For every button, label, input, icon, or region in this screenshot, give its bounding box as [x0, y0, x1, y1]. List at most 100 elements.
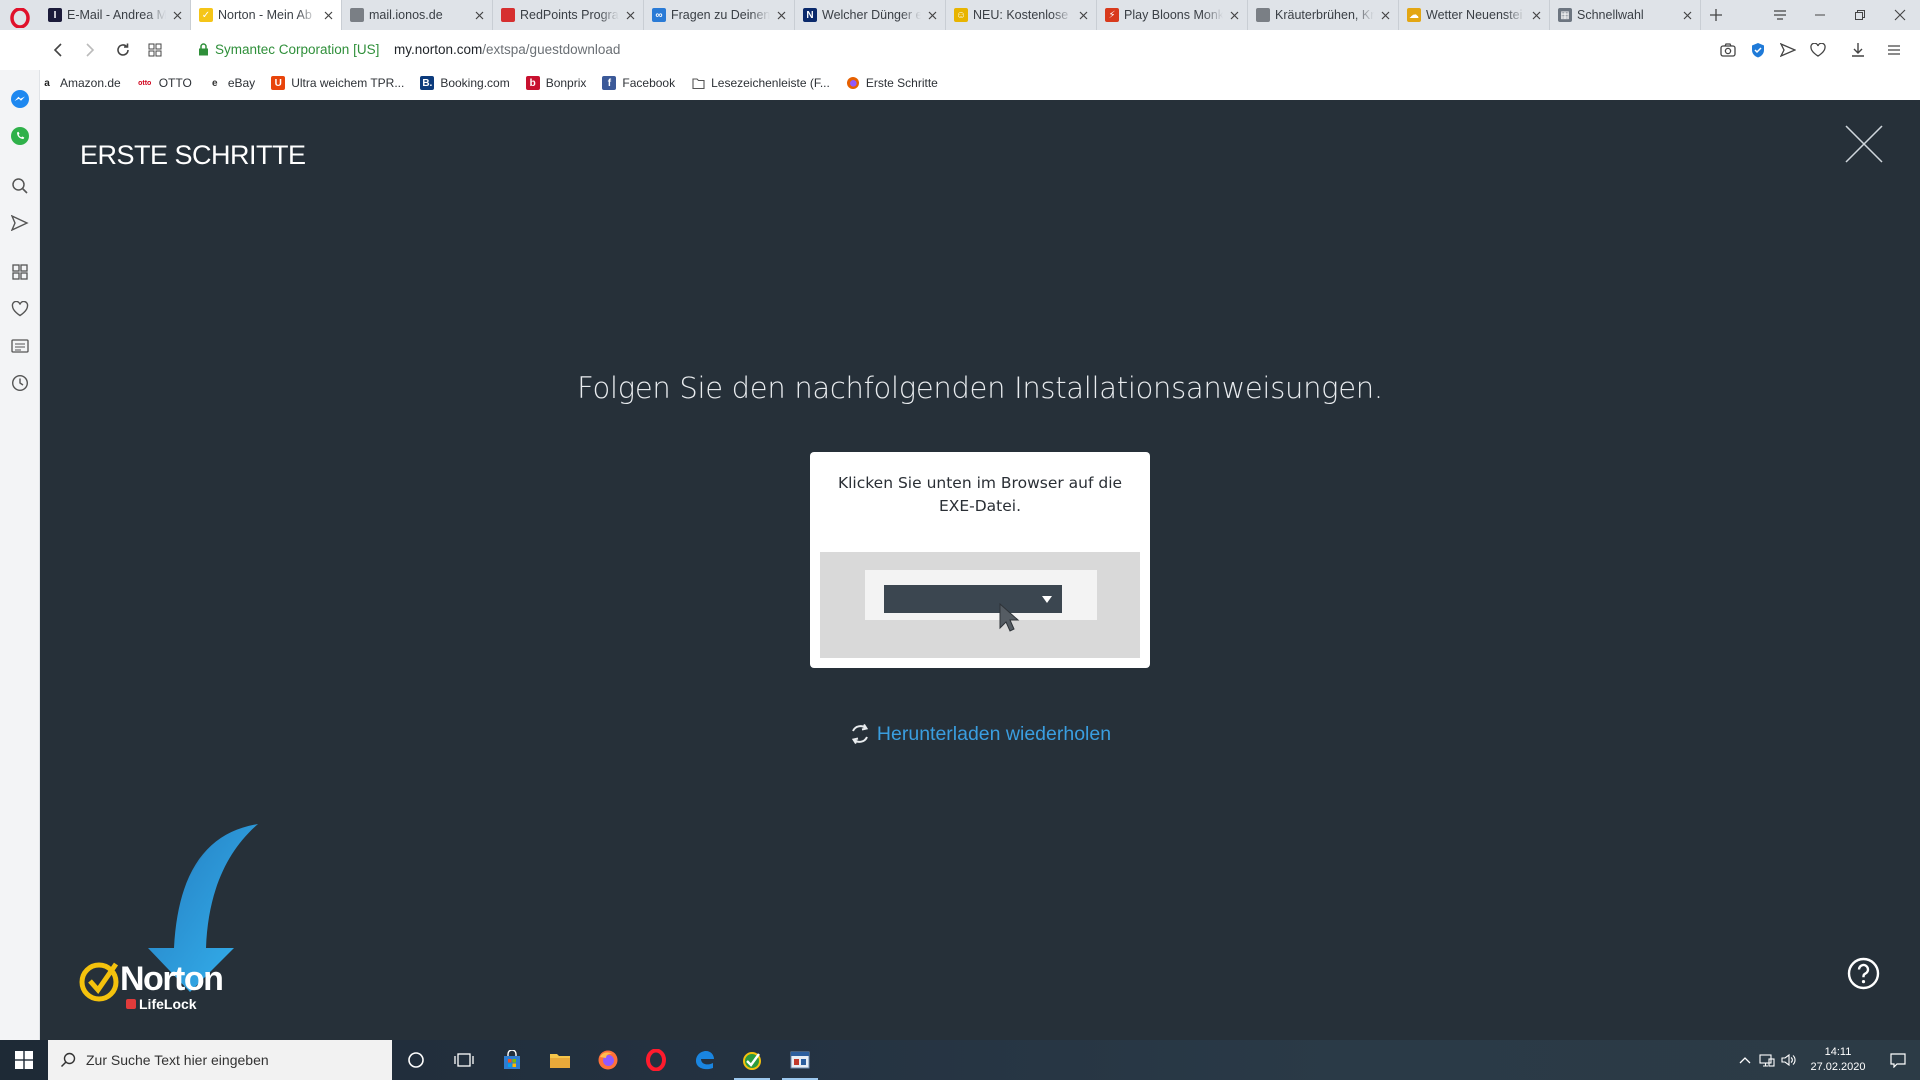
tab-close-button[interactable]	[170, 8, 184, 22]
norton-app[interactable]	[728, 1040, 776, 1080]
minimize-icon	[1815, 14, 1825, 16]
browser-tab[interactable]: I E-Mail - Andrea M	[40, 0, 191, 30]
sidebar-flow[interactable]	[9, 212, 31, 234]
browser-tab[interactable]: ☺ NEU: Kostenlose C	[946, 0, 1097, 30]
bookmarks-bar: a Amazon.de otto OTTO e eBay U Ultra weichem TP…	[40, 70, 954, 96]
norton-check-icon	[79, 962, 119, 1002]
edge-app[interactable]	[680, 1040, 728, 1080]
sidebar-speed-dial[interactable]	[9, 261, 31, 283]
tab-favicon-icon: ☺	[954, 8, 968, 22]
reload-button[interactable]	[113, 40, 133, 60]
opera-logo-icon	[10, 8, 30, 28]
sidebar-history[interactable]	[9, 372, 31, 394]
firefox-app[interactable]	[584, 1040, 632, 1080]
downloads-button[interactable]	[1848, 40, 1868, 60]
url-field[interactable]: my.norton.com/extspa/guestdownload	[394, 42, 620, 57]
tab-close-button[interactable]	[623, 8, 637, 22]
tab-strip: I E-Mail - Andrea M ✓ Norton - Mein Ab mail.…	[0, 0, 1920, 30]
tab-title: Play Bloons Monk	[1124, 8, 1223, 22]
tray-overflow-button[interactable]	[1734, 1040, 1756, 1080]
task-view-button[interactable]	[440, 1040, 488, 1080]
volume-button[interactable]	[1778, 1040, 1800, 1080]
start-button[interactable]	[0, 1040, 48, 1080]
tab-favicon-icon: ∞	[652, 8, 666, 22]
bookmark-page-button[interactable]	[1808, 40, 1828, 60]
browser-tab[interactable]: RedPoints Progran	[493, 0, 644, 30]
bookmark-item[interactable]: e eBay	[208, 76, 255, 90]
opera-app[interactable]	[632, 1040, 680, 1080]
close-icon	[1381, 11, 1389, 19]
tabs-overview-button[interactable]	[145, 40, 165, 60]
network-icon	[1759, 1054, 1775, 1067]
tab-close-button[interactable]	[1680, 8, 1694, 22]
sidebar-bookmarks[interactable]	[9, 298, 31, 320]
browser-tab[interactable]: ∞ Fragen zu Deinen	[644, 0, 795, 30]
tab-close-button[interactable]	[925, 8, 939, 22]
security-badge[interactable]: Symantec Corporation [US]	[198, 42, 379, 57]
sidebar-messenger[interactable]	[9, 88, 31, 110]
tab-favicon-icon: ✓	[199, 8, 213, 22]
tab-close-button[interactable]	[472, 8, 486, 22]
tab-close-button[interactable]	[321, 8, 335, 22]
taskbar-search-box[interactable]: Zur Suche Text hier eingeben	[48, 1040, 392, 1080]
forward-button[interactable]	[80, 40, 100, 60]
norton-extension-button[interactable]	[1748, 40, 1768, 60]
bookmark-item[interactable]: b Bonprix	[525, 76, 586, 90]
tab-favicon-icon: ☁	[1407, 8, 1421, 22]
system-tray: 14:11 27.02.2020	[1734, 1040, 1920, 1080]
send-icon	[11, 215, 29, 231]
retry-download-link[interactable]: Herunterladen wiederholen	[40, 722, 1920, 746]
flow-button[interactable]	[1778, 40, 1798, 60]
taskbar-apps	[392, 1040, 824, 1080]
restore-button[interactable]	[1840, 0, 1880, 30]
file-explorer-app[interactable]	[536, 1040, 584, 1080]
snapshot-button[interactable]	[1718, 40, 1738, 60]
browser-tab[interactable]: ▦ Schnellwahl	[1550, 0, 1701, 30]
bookmark-item[interactable]: Erste Schritte	[846, 76, 938, 90]
close-window-button[interactable]	[1880, 0, 1920, 30]
sidebar-whatsapp[interactable]	[9, 125, 31, 147]
tab-menu-button[interactable]	[1760, 0, 1800, 30]
browser-tab[interactable]: ☁ Wetter Neuenstei	[1399, 0, 1550, 30]
close-icon	[1894, 9, 1906, 21]
easy-setup-button[interactable]	[1884, 40, 1904, 60]
sidebar-search[interactable]	[9, 175, 31, 197]
download-icon	[1852, 43, 1864, 57]
cortana-button[interactable]	[392, 1040, 440, 1080]
browser-tab[interactable]: ⚡ Play Bloons Monk	[1097, 0, 1248, 30]
tab-close-button[interactable]	[1227, 8, 1241, 22]
browser-tab[interactable]: N Welcher Dünger e	[795, 0, 946, 30]
tab-close-button[interactable]	[774, 8, 788, 22]
bookmark-favicon-icon: a	[44, 77, 50, 89]
bookmark-item[interactable]: a Amazon.de	[40, 76, 120, 90]
bookmark-item[interactable]: U Ultra weichem TPR...	[271, 76, 404, 90]
bookmark-item[interactable]: f Facebook	[602, 76, 675, 90]
new-tab-button[interactable]	[1701, 0, 1731, 30]
browser-tab[interactable]: ✓ Norton - Mein Ab	[191, 0, 342, 30]
folder-icon	[692, 77, 705, 89]
close-page-button[interactable]	[1844, 124, 1884, 164]
back-button[interactable]	[48, 40, 68, 60]
close-icon	[324, 11, 332, 19]
bookmark-item[interactable]: otto OTTO	[137, 76, 192, 90]
sidebar-news[interactable]	[9, 335, 31, 357]
bookmark-item[interactable]: B. Booking.com	[420, 76, 510, 90]
installer-app[interactable]	[776, 1040, 824, 1080]
tab-close-button[interactable]	[1378, 8, 1392, 22]
help-button[interactable]	[1847, 957, 1880, 990]
close-icon	[1230, 11, 1238, 19]
bookmark-item[interactable]: Lesezeichenleiste (F...	[691, 76, 830, 90]
network-button[interactable]	[1756, 1040, 1778, 1080]
browser-tab[interactable]: Kräuterbrühen, Kr	[1248, 0, 1399, 30]
taskbar-clock[interactable]: 14:11 27.02.2020	[1800, 1045, 1876, 1075]
security-label: Symantec Corporation [US]	[215, 42, 380, 57]
minimize-button[interactable]	[1800, 0, 1840, 30]
instruction-heading: Folgen Sie den nachfolgenden Installatio…	[577, 371, 1383, 405]
opera-menu-button[interactable]	[6, 5, 34, 31]
tab-close-button[interactable]	[1076, 8, 1090, 22]
close-icon	[928, 11, 936, 19]
browser-tab[interactable]: mail.ionos.de	[342, 0, 493, 30]
action-center-button[interactable]	[1876, 1040, 1920, 1080]
store-app[interactable]	[488, 1040, 536, 1080]
tab-close-button[interactable]	[1529, 8, 1543, 22]
